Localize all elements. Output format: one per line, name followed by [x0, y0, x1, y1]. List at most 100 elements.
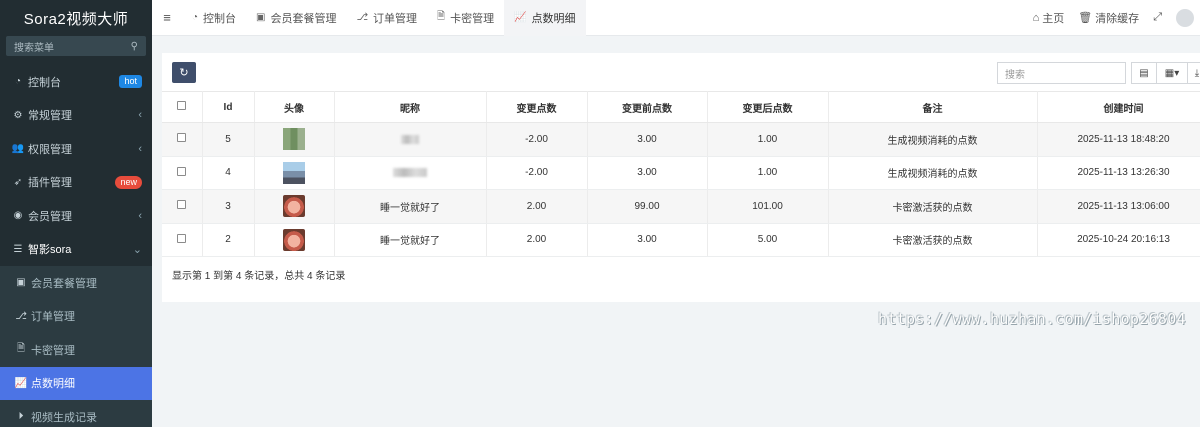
- sidebar-subitem-packages[interactable]: ▣ 会员套餐管理: [0, 266, 152, 300]
- table-view-icon: ▤: [1139, 67, 1149, 79]
- sidebar-subitem-cardkeys[interactable]: 🗎 卡密管理: [0, 333, 152, 367]
- dashboard-icon: ◔: [14, 76, 22, 88]
- row-select-cell[interactable]: [162, 156, 203, 190]
- column-header[interactable]: 变更后点数: [707, 91, 829, 123]
- new-badge: new: [115, 175, 142, 189]
- sidebar-item-permissions[interactable]: 👥 权限管理 ‹: [0, 132, 152, 166]
- table-row[interactable]: 4 -2.00 3.00 1.00 生成视频消耗的点数 2025-11-13 1…: [162, 156, 1200, 190]
- rocket-icon: ➶: [13, 176, 23, 188]
- columns-button[interactable]: ▦▾: [1156, 62, 1188, 84]
- created-cell: 2025-11-13 18:48:20: [1037, 122, 1200, 157]
- change-cell: -2.00: [486, 156, 588, 190]
- play-circle-icon: ⏵: [18, 411, 24, 423]
- sidebar-subitem-points[interactable]: 📈 点数明细: [0, 366, 152, 400]
- before-cell: 99.00: [587, 189, 708, 224]
- tab-dashboard[interactable]: ◔ 控制台: [182, 0, 246, 36]
- remark-cell: 生成视频消耗的点数: [828, 156, 1038, 190]
- menu-toggle-icon[interactable]: ≡: [152, 10, 182, 25]
- before-cell: 3.00: [587, 156, 708, 190]
- tab-orders[interactable]: ⎇ 订单管理: [347, 0, 428, 36]
- trash-icon: 🗑: [1078, 12, 1093, 24]
- file-icon: 🗎: [437, 11, 446, 22]
- chevron-left-icon: ‹: [138, 142, 142, 155]
- created-cell: 2025-10-24 20:16:13: [1037, 223, 1200, 257]
- tab-packages[interactable]: ▣ 会员套餐管理: [246, 0, 346, 36]
- pagination-summary: 显示第 1 到第 4 条记录，总共 4 条记录: [172, 271, 346, 282]
- fullscreen-icon[interactable]: ⤢: [1153, 11, 1162, 24]
- nickname-cell: [334, 156, 487, 190]
- after-cell: 101.00: [707, 189, 829, 224]
- table-header-row: Id 头像 昵称 变更点数 变更前点数 变更后点数 备注 创建时间: [162, 91, 1200, 123]
- row-checkbox[interactable]: [177, 200, 187, 210]
- export-button[interactable]: ⤓: [1187, 62, 1200, 84]
- chart-icon: 📈: [14, 377, 28, 389]
- remark-cell: 生成视频消耗的点数: [828, 122, 1038, 157]
- row-checkbox[interactable]: [177, 133, 187, 143]
- column-header[interactable]: 变更点数: [486, 91, 588, 123]
- select-all-checkbox[interactable]: [177, 101, 187, 110]
- remark-cell: 卡密激活获的点数: [828, 189, 1038, 224]
- refresh-button[interactable]: ↻: [172, 62, 196, 83]
- sidebar-item-label: 点数明细: [31, 378, 75, 391]
- column-header[interactable]: 昵称: [334, 91, 487, 123]
- sidebar-item-label: 控制台: [28, 76, 61, 89]
- after-cell: 5.00: [707, 223, 829, 257]
- card-icon: ▣: [256, 12, 266, 23]
- select-all-cell[interactable]: [162, 91, 203, 123]
- id-cell: 2: [202, 223, 255, 257]
- change-cell: -2.00: [486, 122, 588, 157]
- row-checkbox[interactable]: [177, 166, 187, 176]
- avatar[interactable]: [1176, 8, 1194, 27]
- column-header[interactable]: 创建时间: [1037, 91, 1200, 123]
- sidebar-subitem-video-records[interactable]: ⏵ 视频生成记录: [0, 400, 152, 427]
- sidebar-item-sora[interactable]: ☰ 智影sora ⌄: [0, 233, 152, 267]
- watermark-text: https://www.huzhan.com/ishop26804: [878, 310, 1186, 328]
- sidebar-item-plugins[interactable]: ➶ 插件管理 new: [0, 166, 152, 200]
- users-icon: 👥: [11, 143, 25, 155]
- sidebar-item-general[interactable]: ⚙ 常规管理 ‹: [0, 99, 152, 133]
- row-select-cell[interactable]: [162, 122, 203, 157]
- card-icon: ▣: [16, 277, 26, 289]
- sidebar-item-members[interactable]: ◉ 会员管理 ‹: [0, 199, 152, 233]
- row-select-cell[interactable]: [162, 223, 203, 257]
- nickname-cell: [334, 122, 487, 157]
- download-icon: ⤓: [1194, 67, 1200, 79]
- after-cell: 1.00: [707, 122, 829, 157]
- list-icon: ☰: [13, 243, 23, 255]
- after-cell: 1.00: [707, 156, 829, 190]
- home-link[interactable]: ⌂ 主页: [1033, 10, 1065, 26]
- sidebar-search-placeholder: 搜索菜单: [14, 42, 54, 54]
- nickname-cell: 睡一觉就好了: [334, 223, 487, 257]
- table-search-input[interactable]: 搜索: [997, 62, 1126, 84]
- sidebar-item-dashboard[interactable]: ◔ 控制台 hot: [0, 65, 152, 99]
- top-nav: ≡ ◔ 控制台 ▣ 会员套餐管理 ⎇ 订单管理 🗎 卡密管理 📈 点数明细 ⌂ …: [152, 0, 1200, 36]
- avatar-cell: [254, 122, 335, 157]
- clear-cache-button[interactable]: 🗑 清除缓存: [1078, 10, 1139, 26]
- row-checkbox[interactable]: [177, 233, 187, 243]
- avatar: [283, 128, 305, 151]
- column-header[interactable]: 备注: [828, 91, 1038, 123]
- row-select-cell[interactable]: [162, 189, 203, 224]
- column-header[interactable]: Id: [202, 91, 255, 123]
- toggle-view-button[interactable]: ▤: [1131, 62, 1157, 84]
- tab-cardkeys[interactable]: 🗎 卡密管理: [427, 0, 504, 36]
- dashboard-icon: ◔: [192, 12, 199, 23]
- change-cell: 2.00: [486, 223, 588, 257]
- sidebar: Sora2视频大师 搜索菜单 ⚲ ◔ 控制台 hot ⚙ 常规管理 ‹ 👥 权限…: [0, 0, 152, 427]
- home-label: 主页: [1042, 12, 1065, 25]
- refresh-icon: ↻: [179, 67, 189, 79]
- tab-points[interactable]: 📈 点数明细: [504, 0, 586, 36]
- table-row[interactable]: 2 睡一觉就好了 2.00 3.00 5.00 卡密激活获的点数 2025-10…: [162, 223, 1200, 257]
- column-header[interactable]: 变更前点数: [587, 91, 708, 123]
- avatar: [283, 161, 305, 184]
- table-row[interactable]: 5 -2.00 3.00 1.00 生成视频消耗的点数 2025-11-13 1…: [162, 122, 1200, 157]
- sidebar-subitem-orders[interactable]: ⎇ 订单管理: [0, 299, 152, 333]
- created-cell: 2025-11-13 13:06:00: [1037, 189, 1200, 224]
- column-header[interactable]: 头像: [254, 91, 335, 123]
- sidebar-search-input[interactable]: 搜索菜单 ⚲: [6, 36, 146, 56]
- chevron-left-icon: ‹: [138, 109, 142, 122]
- id-cell: 5: [202, 122, 255, 157]
- sidebar-item-label: 卡密管理: [31, 344, 75, 357]
- table-row[interactable]: 3 睡一觉就好了 2.00 99.00 101.00 卡密激活获的点数 2025…: [162, 189, 1200, 224]
- sidebar-item-label: 智影sora: [28, 244, 72, 257]
